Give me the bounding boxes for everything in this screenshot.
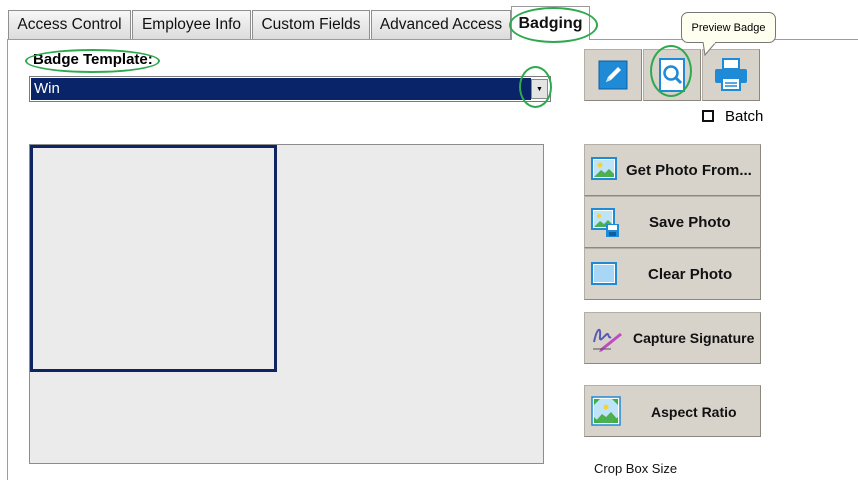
save-photo-label: Save Photo <box>649 214 731 231</box>
preview-badge-tooltip: Preview Badge <box>681 12 776 56</box>
photo-preview-area[interactable] <box>29 144 544 464</box>
get-photo-label: Get Photo From... <box>626 162 752 179</box>
tab-label: Badging <box>518 14 583 32</box>
aspect-ratio-label: Aspect Ratio <box>651 404 737 420</box>
badge-template-value: Win <box>31 78 531 100</box>
tab-badging[interactable]: Badging <box>511 6 590 40</box>
tab-access-control[interactable]: Access Control <box>8 10 131 39</box>
capture-signature-label: Capture Signature <box>633 330 755 346</box>
get-photo-button[interactable]: Get Photo From... <box>584 144 761 196</box>
crop-box-size-label: Crop Box Size <box>594 461 678 476</box>
tab-custom-fields[interactable]: Custom Fields <box>252 10 370 39</box>
capture-signature-button[interactable]: Capture Signature <box>584 312 761 364</box>
tooltip-text: Preview Badge <box>691 21 766 34</box>
picture-icon <box>591 157 617 180</box>
save-photo-icon <box>591 208 619 237</box>
clear-photo-button[interactable]: Clear Photo <box>584 248 761 300</box>
pencil-icon <box>598 60 628 90</box>
aspect-ratio-button[interactable]: Aspect Ratio <box>584 385 761 437</box>
edit-badge-button[interactable] <box>584 49 642 101</box>
tooltip-pointer <box>702 42 717 56</box>
tab-label: Access Control <box>17 16 122 33</box>
tab-label: Custom Fields <box>261 16 361 33</box>
print-badge-button[interactable] <box>702 49 760 101</box>
dropdown-arrow-button[interactable]: ▼ <box>531 79 548 99</box>
preview-badge-button[interactable] <box>643 49 701 101</box>
blank-picture-icon <box>591 262 617 285</box>
aspect-ratio-icon <box>591 396 621 426</box>
chevron-down-icon: ▼ <box>536 85 543 93</box>
tab-label: Employee Info <box>141 16 242 33</box>
save-photo-button[interactable]: Save Photo <box>584 196 761 248</box>
crop-box[interactable] <box>30 145 277 372</box>
batch-label: Batch <box>725 108 764 125</box>
clear-photo-label: Clear Photo <box>648 266 733 283</box>
batch-checkbox[interactable] <box>702 110 714 122</box>
tab-advanced-access[interactable]: Advanced Access <box>371 10 511 39</box>
magnifier-icon <box>659 58 685 92</box>
printer-icon <box>715 58 747 91</box>
signature-icon <box>593 328 622 352</box>
tab-employee-info[interactable]: Employee Info <box>132 10 251 39</box>
badge-template-select[interactable]: Win ▼ <box>29 76 551 102</box>
tab-label: Advanced Access <box>379 16 503 33</box>
badge-template-label: Badge Template: <box>33 51 153 68</box>
